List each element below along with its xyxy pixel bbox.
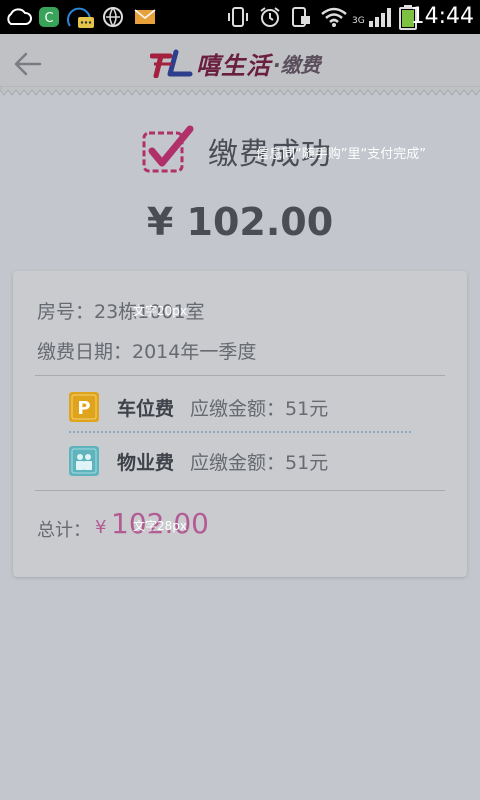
header-zigzag-edge <box>0 86 480 96</box>
vibrate-icon <box>228 7 248 27</box>
cloud-icon <box>7 8 32 25</box>
divider <box>35 490 445 491</box>
app-header: 嘻生活 ·缴费 <box>0 34 480 92</box>
qq-chat-icon <box>67 7 94 28</box>
screenshot-icon <box>292 7 310 27</box>
property-icon <box>69 446 99 476</box>
annotation-font-size: 文字20px <box>133 304 187 318</box>
svg-text:C: C <box>44 11 53 26</box>
dotted-divider <box>69 431 411 433</box>
logo-subtitle: ·缴费 <box>273 52 321 77</box>
mail-icon <box>134 9 156 24</box>
clock: 14:44 <box>410 4 474 29</box>
svg-text:P: P <box>77 398 90 419</box>
app-shield-icon: C <box>39 7 59 27</box>
app-logo: 嘻生活 ·缴费 <box>150 46 321 80</box>
fee-item-parking: P 车位费 应缴金额：51元 <box>69 390 328 424</box>
divider <box>35 375 445 376</box>
payment-date: 缴费日期：2014年一季度 <box>37 341 257 363</box>
total-currency: ¥ <box>95 517 107 538</box>
logo-mark-icon <box>150 49 193 78</box>
success-check-icon <box>142 125 194 173</box>
fee-name: 车位费 <box>117 397 175 420</box>
fee-item-property: 物业费 应缴金额：51元 <box>69 444 328 478</box>
wifi-icon <box>321 7 347 27</box>
parking-icon: P <box>69 392 99 422</box>
total-label: 总计： <box>37 520 91 541</box>
network-type: 3G <box>352 16 365 26</box>
payment-detail-card: 房号：23栋1001室 文字20px 缴费日期：2014年一季度 P 车位费 应… <box>13 271 467 577</box>
annotation-font-size: 文字28px <box>133 519 187 533</box>
alarm-icon <box>260 7 280 27</box>
fee-amount: 应缴金额：51元 <box>190 397 329 420</box>
signal-icon <box>369 8 391 27</box>
fee-amount: 应缴金额：51元 <box>190 451 329 474</box>
annotation-note: 信息同“随手购”里“支付完成” <box>256 147 426 162</box>
back-arrow-icon[interactable] <box>12 50 44 78</box>
logo-text: 嘻生活 <box>196 51 271 80</box>
fee-name: 物业费 <box>117 451 175 474</box>
status-bar: C 3G 14:44 <box>0 0 480 34</box>
globe-icon <box>103 7 123 28</box>
paid-amount: ¥ 102.00 <box>146 200 334 244</box>
